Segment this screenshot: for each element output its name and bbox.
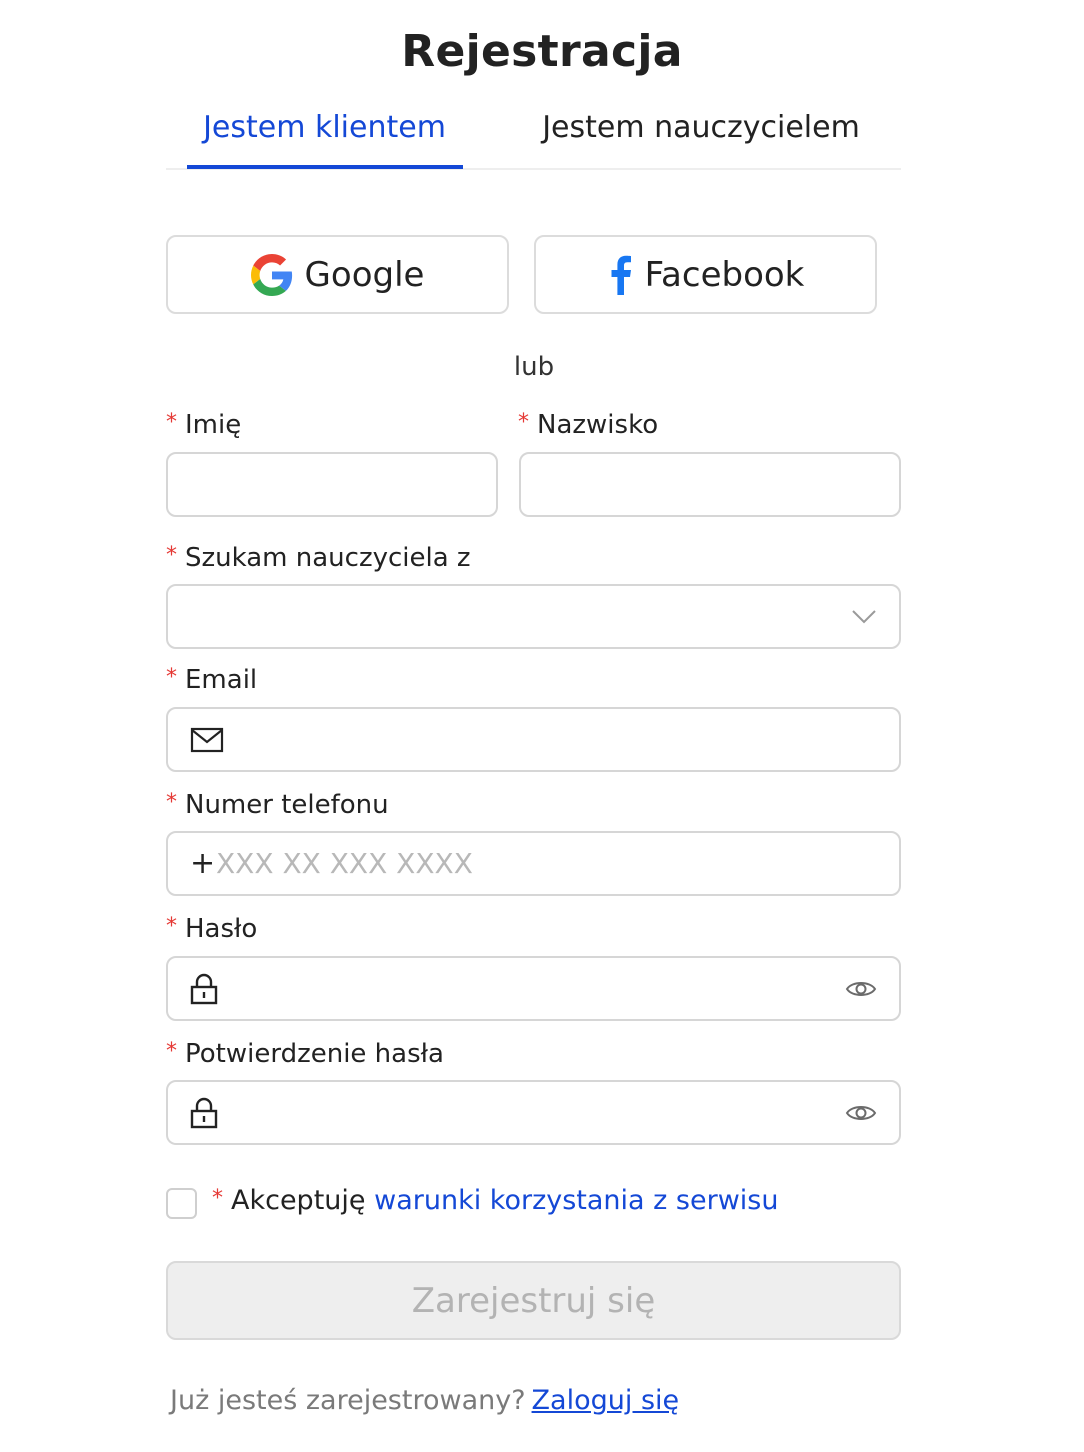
tab-client[interactable]: Jestem klientem — [186, 110, 463, 168]
required-mark: * — [166, 410, 177, 435]
required-mark: * — [166, 914, 177, 939]
tab-teacher[interactable]: Jestem nauczycielem — [506, 110, 896, 168]
required-mark: * — [166, 790, 177, 815]
subject-label: * Szukam nauczyciela z — [166, 543, 471, 573]
password-label-text: Hasło — [185, 914, 258, 944]
email-input[interactable] — [168, 709, 899, 770]
required-mark: * — [166, 1039, 177, 1064]
terms-checkbox[interactable] — [166, 1188, 197, 1219]
terms-link[interactable]: warunki korzystania z serwisu — [374, 1185, 778, 1216]
password-label: * Hasło — [166, 914, 257, 944]
password-confirm-label-text: Potwierdzenie hasła — [185, 1039, 444, 1069]
login-prompt-text: Już jesteś zarejestrowany? — [170, 1385, 526, 1416]
phone-label-text: Numer telefonu — [185, 790, 389, 820]
password-confirm-input[interactable] — [168, 1082, 899, 1143]
first-name-input[interactable] — [168, 454, 496, 515]
first-name-label-text: Imię — [185, 410, 242, 440]
password-input[interactable] — [168, 958, 899, 1019]
phone-field: + — [166, 831, 901, 896]
eye-icon[interactable] — [845, 978, 877, 1000]
required-mark: * — [166, 665, 177, 690]
last-name-label-text: Nazwisko — [537, 410, 659, 440]
first-name-field — [166, 452, 498, 517]
subject-label-text: Szukam nauczyciela z — [185, 543, 471, 573]
google-g-icon — [250, 253, 293, 296]
email-label-text: Email — [185, 665, 258, 695]
active-tab-indicator — [187, 165, 463, 169]
google-signup-button[interactable]: Google — [166, 235, 509, 314]
required-mark: * — [518, 410, 529, 435]
last-name-label: * Nazwisko — [518, 410, 658, 440]
terms-accept-text: Akceptuję — [231, 1185, 366, 1216]
login-link[interactable]: Zaloguj się — [532, 1385, 680, 1416]
facebook-label: Facebook — [644, 254, 805, 295]
registration-page: Rejestracja Jestem klientem Jestem naucz… — [0, 0, 1084, 1452]
subject-select[interactable] — [166, 584, 901, 649]
last-name-field — [519, 452, 901, 517]
first-name-label: * Imię — [166, 410, 241, 440]
terms-text: * Akceptuję warunki korzystania z serwisu — [212, 1185, 778, 1216]
chevron-down-icon — [851, 609, 877, 625]
page-title: Rejestracja — [401, 26, 683, 77]
email-label: * Email — [166, 665, 257, 695]
password-confirm-label: * Potwierdzenie hasła — [166, 1039, 444, 1069]
required-mark: * — [166, 543, 177, 568]
password-field — [166, 956, 901, 1021]
eye-icon[interactable] — [845, 1102, 877, 1124]
phone-input[interactable] — [168, 833, 899, 894]
last-name-input[interactable] — [521, 454, 899, 515]
or-divider-text: lub — [513, 352, 555, 382]
facebook-signup-button[interactable]: Facebook — [534, 235, 877, 314]
password-confirm-field — [166, 1080, 901, 1145]
register-button[interactable]: Zarejestruj się — [166, 1261, 901, 1340]
account-type-tabs: Jestem klientem Jestem nauczycielem — [166, 100, 901, 170]
phone-label: * Numer telefonu — [166, 790, 389, 820]
facebook-f-icon — [607, 255, 633, 295]
required-mark: * — [212, 1186, 223, 1211]
google-label: Google — [304, 254, 425, 295]
email-field — [166, 707, 901, 772]
login-prompt: Już jesteś zarejestrowany? Zaloguj się — [170, 1385, 679, 1416]
